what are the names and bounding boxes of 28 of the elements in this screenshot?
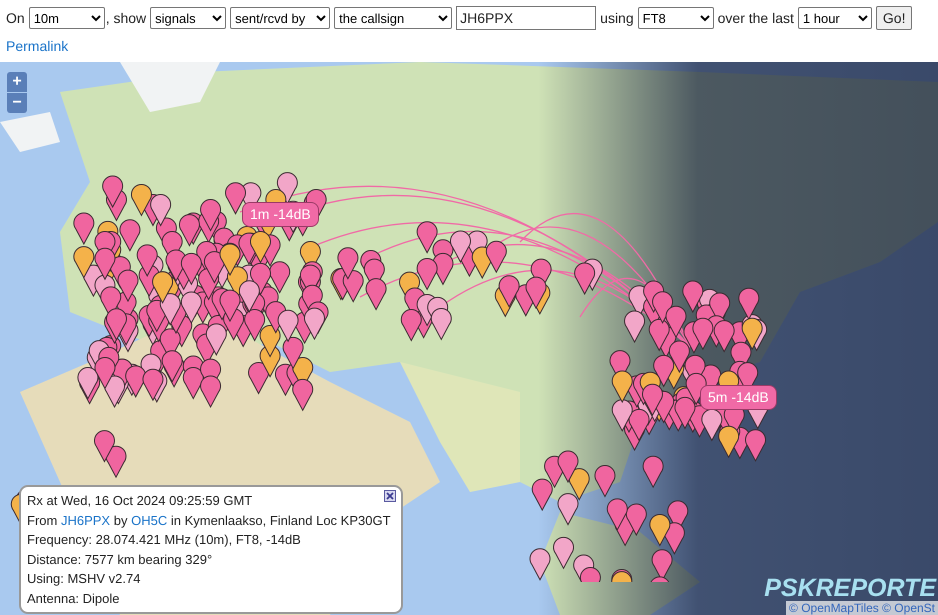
signal-route: From JH6PPX by OH5C in Kymenlaakso, Finland Loc KP30GT	[27, 512, 391, 530]
direction-select[interactable]: sent/rcvd by	[230, 7, 330, 29]
zoom-in-button[interactable]: +	[7, 72, 27, 92]
signal-report-label: 1m -14dB	[242, 202, 319, 227]
target-select[interactable]: the callsign	[334, 7, 452, 29]
period-select[interactable]: 1 hour	[798, 7, 872, 29]
software-text: Using: MSHV v2.74	[27, 570, 142, 588]
mode-label: using	[600, 8, 634, 28]
show-select[interactable]: signals	[150, 7, 226, 29]
show-label: , show	[106, 8, 146, 28]
signal-report-label: 5m -14dB	[700, 385, 777, 410]
sender-link[interactable]: JH6PPX	[60, 512, 110, 528]
permalink-link[interactable]: Permalink	[6, 38, 68, 54]
period-label: over the last	[718, 8, 794, 28]
mode-select[interactable]: FT8	[638, 7, 714, 29]
distance-text: Distance: 7577 km bearing 329°	[27, 550, 214, 569]
go-button[interactable]: Go!	[876, 6, 912, 30]
site-logo: PSKREPORTE	[764, 576, 938, 601]
band-label: On	[6, 8, 25, 28]
map-attribution: © OpenMapTiles © OpenSt	[786, 601, 938, 615]
close-icon[interactable]	[384, 490, 396, 502]
received-time: Rx at Wed, 16 Oct 2024 09:25:59 GMT	[27, 492, 252, 510]
zoom-out-button[interactable]: −	[7, 93, 27, 113]
callsign-input[interactable]: JH6PPX	[456, 6, 596, 30]
antenna-text: Antenna: Dipole	[27, 590, 121, 608]
frequency-text: Frequency: 28.074.421 MHz (10m), FT8, -14dB	[27, 531, 302, 549]
receiver-link[interactable]: OH5C	[131, 512, 168, 528]
band-select[interactable]: 10m	[28, 7, 105, 29]
